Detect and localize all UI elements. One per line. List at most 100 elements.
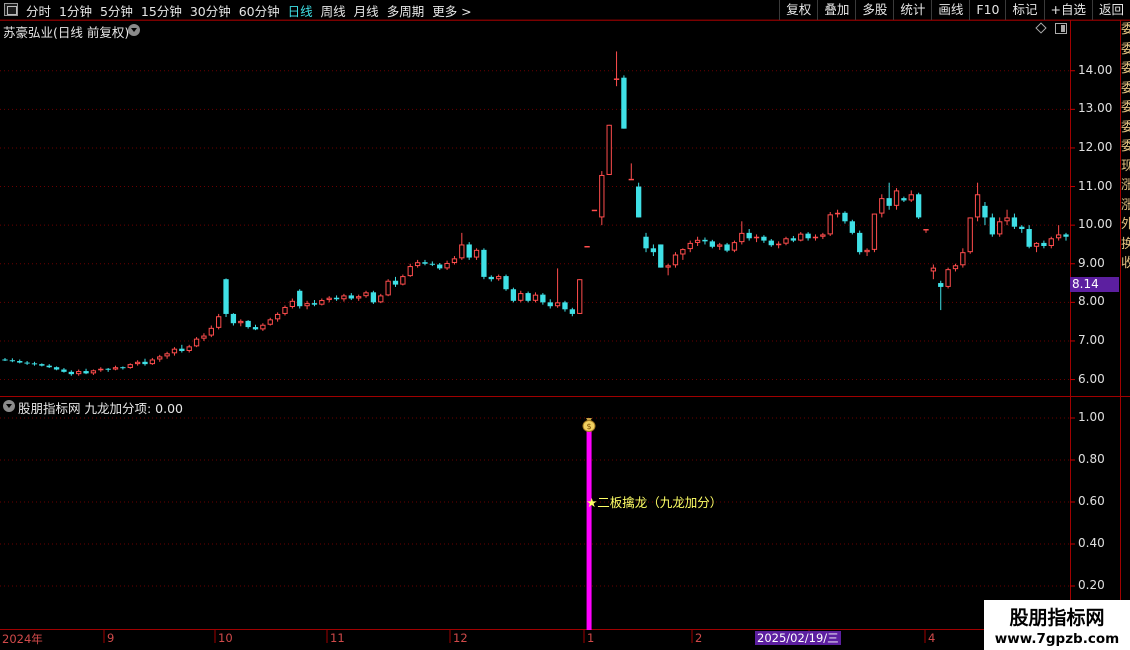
candle-body [326, 297, 332, 301]
candle-body [606, 124, 612, 175]
candle-body [842, 212, 848, 222]
candle-body [1026, 229, 1032, 247]
quote-label: 涨 [1121, 197, 1130, 213]
candle-body [223, 279, 229, 314]
candle-body [687, 242, 693, 250]
candle-body [731, 242, 738, 251]
candle-body [680, 249, 686, 255]
candle-body [805, 233, 811, 239]
candle-body [915, 194, 922, 218]
candle-body [827, 214, 833, 235]
indicator-tick-label: 0.80 [1078, 452, 1105, 466]
chevron-down-icon[interactable] [128, 24, 140, 36]
candle-body [1011, 217, 1018, 227]
candle-body [407, 266, 413, 277]
candle-body [923, 229, 929, 231]
date-label: 1 [587, 631, 595, 645]
candle-body [9, 360, 16, 362]
candle-body [2, 359, 8, 361]
candle-body [311, 303, 318, 305]
candle-body [297, 290, 303, 307]
price-tick-label: 6.00 [1078, 371, 1105, 386]
candle-body [400, 276, 406, 285]
quote-label: 委 [1121, 41, 1130, 57]
candle-body [857, 232, 863, 253]
candle-body [989, 217, 995, 235]
candle-body [252, 327, 259, 330]
candle-body [378, 295, 384, 303]
price-tick-label: 7.00 [1078, 332, 1105, 347]
candle-body [76, 371, 82, 375]
candle-body [930, 267, 937, 272]
candle-body [496, 276, 502, 280]
candle-body [547, 302, 553, 307]
candle-body [709, 241, 715, 247]
candle-body [164, 353, 170, 357]
candle-body [997, 221, 1003, 235]
candle-body [333, 297, 340, 300]
candle-body [142, 361, 148, 365]
candle-body [636, 186, 642, 218]
price-tick-label: 10.00 [1078, 217, 1113, 232]
candle-body [974, 194, 981, 218]
candle-body [650, 248, 657, 253]
candle-body [820, 234, 826, 237]
candle-body [525, 293, 531, 301]
candle-body [717, 244, 723, 247]
panel-toggle-icon[interactable] [1055, 23, 1067, 34]
indicator-tick-label: 1.00 [1078, 410, 1105, 424]
signal-bar [586, 422, 592, 630]
indicator-tick-label: 0.40 [1078, 536, 1105, 550]
candle-body [1055, 234, 1062, 239]
candle-body [414, 262, 421, 267]
candle-body [186, 346, 192, 351]
candle-body [658, 244, 664, 268]
price-tick-label: 12.00 [1078, 139, 1113, 154]
candle-body [319, 300, 325, 305]
candle-body [61, 369, 67, 372]
candle-body [267, 319, 273, 325]
candle-body [385, 280, 391, 296]
candle-body [672, 254, 679, 266]
price-tick-label: 8.00 [1078, 294, 1105, 309]
candle-body [216, 316, 222, 328]
quote-label: 委 [1121, 22, 1130, 37]
date-label: 12 [453, 631, 468, 645]
candle-body [481, 249, 487, 277]
candle-body [901, 198, 907, 201]
chart-canvas[interactable] [0, 0, 1130, 650]
candle-body [39, 364, 45, 366]
candle-body [68, 371, 74, 375]
candle-body [120, 367, 126, 369]
candle-body [702, 239, 708, 242]
candle-body [532, 294, 539, 301]
candle-body [348, 295, 354, 299]
candle-body [724, 244, 730, 251]
candle-body [775, 243, 782, 246]
svg-text:$: $ [587, 422, 592, 431]
candle-body [134, 361, 141, 365]
candle-body [260, 324, 266, 330]
candle-body [238, 320, 244, 324]
candle-body [628, 178, 634, 181]
candle-body [908, 194, 914, 201]
candle-body [753, 236, 760, 239]
candle-body [459, 244, 465, 259]
candle-body [761, 236, 767, 241]
candle-body [53, 367, 60, 370]
candle-body [871, 213, 878, 250]
candle-body [746, 232, 752, 239]
stock-title: 苏豪弘业(日线 前复权) [3, 25, 130, 40]
candle-body [363, 292, 369, 297]
candle-body [171, 348, 178, 354]
candle-body [466, 244, 472, 258]
candle-body [193, 338, 200, 347]
indicator-title: 股朋指标网 九龙加分项: 0.00 [3, 398, 183, 417]
candle-body [569, 309, 575, 314]
price-tick-label: 13.00 [1078, 101, 1113, 116]
candle-body [245, 320, 251, 328]
price-tick-label: 9.00 [1078, 255, 1105, 270]
candle-body [577, 279, 583, 314]
candle-body [282, 306, 288, 314]
candle-body [960, 252, 966, 266]
